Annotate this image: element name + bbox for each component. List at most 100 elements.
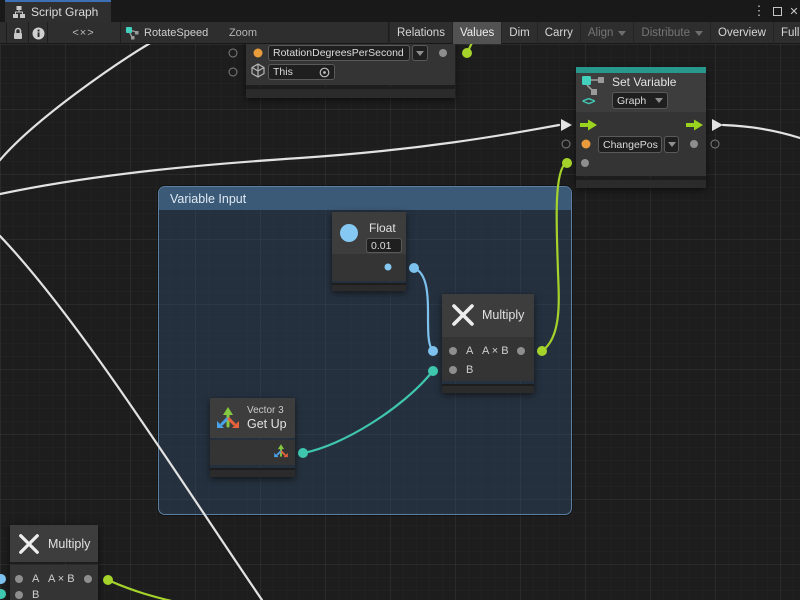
- close-icon[interactable]: ✕: [787, 0, 800, 22]
- multiply-icon: [451, 303, 475, 327]
- toolbar-button-dim[interactable]: Dim: [501, 22, 536, 44]
- node-variable-get[interactable]: RotationDegreesPerSecond This: [246, 44, 455, 98]
- flow-input-arrow-icon[interactable]: [580, 120, 597, 131]
- node-type-label: Vector 3: [247, 405, 284, 416]
- chevron-down-icon: [668, 142, 676, 147]
- port-output[interactable]: [84, 575, 92, 583]
- port-input-b[interactable]: [449, 366, 457, 374]
- wire-green-bottom-multiply-out[interactable]: [108, 580, 180, 600]
- input-b-label: B: [32, 589, 39, 600]
- port-output[interactable]: [690, 140, 698, 148]
- toolbar-button-overview[interactable]: Overview: [710, 22, 773, 44]
- port-input-b[interactable]: [15, 591, 23, 599]
- variable-name-dropdown[interactable]: RotationDegreesPerSecond: [268, 45, 410, 61]
- info-button[interactable]: [29, 22, 47, 44]
- toolbar-buttons: Relations Values Dim Carry Align Distrib…: [389, 22, 800, 44]
- lock-icon: [12, 27, 24, 40]
- toolbar-button-align[interactable]: Align: [580, 22, 634, 44]
- zoom-label: Zoom: [230, 22, 256, 44]
- wire-end-green: [562, 158, 572, 168]
- multiply-icon: [18, 533, 40, 555]
- maximize-icon[interactable]: [770, 0, 784, 22]
- script-graph-icon: [12, 5, 26, 19]
- toolbar-button-carry[interactable]: Carry: [537, 22, 580, 44]
- node-footer: [442, 384, 534, 393]
- breadcrumb-label: RotateSpeed: [144, 27, 208, 39]
- set-variable-name-dropdown-button[interactable]: [664, 136, 679, 153]
- graph-breadcrumb-icon: [126, 27, 139, 40]
- wire-arrowhead-out: [712, 119, 723, 131]
- node-multiply[interactable]: Multiply A A × B B: [442, 294, 534, 393]
- node-footer: [576, 178, 706, 188]
- node-footer: [210, 468, 295, 477]
- wire-white-top-left[interactable]: [0, 44, 152, 160]
- node-float-literal[interactable]: Float 0.01: [332, 212, 406, 291]
- breadcrumb[interactable]: RotateSpeed: [126, 22, 226, 44]
- flow-output-arrow-icon[interactable]: [686, 120, 703, 131]
- port-input-a[interactable]: [449, 347, 457, 355]
- node-title: Set Variable: [612, 75, 676, 89]
- port-hollow[interactable]: [562, 140, 571, 149]
- set-variable-icon: [582, 76, 606, 96]
- lock-button[interactable]: [7, 22, 28, 44]
- port-variable-value[interactable]: [254, 49, 263, 58]
- wire-teal-getup-to-multiply-b[interactable]: [303, 372, 432, 453]
- node-footer: [332, 283, 406, 291]
- wire-green-multiply-to-set-variable[interactable]: [542, 163, 566, 351]
- wire-end-teal: [428, 366, 438, 376]
- chevron-down-icon: [416, 51, 424, 56]
- wire-end-teal: [298, 448, 308, 458]
- toolbar-button-full-screen[interactable]: Full Screen: [773, 22, 800, 44]
- graph-canvas[interactable]: Variable Input RotationDegrees: [0, 44, 800, 600]
- object-picker-icon[interactable]: [319, 67, 330, 78]
- tab-bar: Script Graph ⋮ ✕: [0, 0, 800, 22]
- vector3-icon: [215, 405, 241, 431]
- port-output[interactable]: [439, 49, 447, 57]
- vector3-output-icon[interactable]: [273, 443, 289, 459]
- wire-end-green: [103, 575, 113, 585]
- wire-white-to-set-variable[interactable]: [0, 125, 559, 194]
- node-footer: [246, 87, 455, 98]
- wire-white-from-set-variable[interactable]: [723, 125, 800, 138]
- graph-toolbar: <×> RotateSpeed Zoom 0.9x Relations Valu…: [0, 22, 800, 44]
- info-icon: [32, 27, 45, 40]
- chevron-down-icon: [618, 31, 626, 36]
- toolbar-button-values[interactable]: Values: [452, 22, 501, 44]
- port-float-output[interactable]: [385, 264, 392, 271]
- float-icon: [340, 224, 358, 242]
- node-get-up[interactable]: Vector 3 Get Up: [210, 398, 295, 477]
- chevron-down-icon: [655, 98, 663, 103]
- cube-icon: [251, 63, 265, 78]
- target-object-field[interactable]: This: [268, 64, 335, 80]
- set-variable-name-field[interactable]: ChangePos: [598, 136, 662, 153]
- port-variable-value[interactable]: [582, 140, 591, 149]
- toolbar-button-relations[interactable]: Relations: [389, 22, 452, 44]
- toolbar-button-distribute[interactable]: Distribute: [633, 22, 710, 44]
- output-label: A × B: [482, 345, 509, 357]
- port-hollow[interactable]: [229, 68, 238, 77]
- float-value-field[interactable]: 0.01: [366, 238, 402, 253]
- more-menu-icon[interactable]: ⋮: [752, 0, 766, 22]
- wire-blue-float-to-multiply-a[interactable]: [414, 268, 432, 350]
- port-hollow[interactable]: [711, 140, 720, 149]
- input-a-label: A: [32, 573, 39, 585]
- wire-arrowhead-in: [561, 119, 572, 131]
- node-title: Multiply: [48, 537, 90, 551]
- port-hollow[interactable]: [229, 49, 238, 58]
- port-output[interactable]: [517, 347, 525, 355]
- variable-name-dropdown-button[interactable]: [412, 45, 428, 61]
- tab-script-graph[interactable]: Script Graph: [5, 0, 111, 22]
- port-input[interactable]: [581, 159, 589, 167]
- node-title: Multiply: [482, 308, 524, 322]
- node-title: Get Up: [247, 417, 287, 431]
- variable-angle-icon: <>: [582, 94, 594, 108]
- unity-visual-scripting-window: Script Graph ⋮ ✕ <×>: [0, 0, 800, 600]
- chevron-down-icon: [695, 31, 703, 36]
- input-b-label: B: [466, 364, 473, 376]
- port-input-a[interactable]: [15, 575, 23, 583]
- node-multiply-bottom[interactable]: Multiply A A × B B: [10, 525, 98, 600]
- variable-scope-dropdown[interactable]: Graph: [612, 92, 668, 109]
- node-title: Float: [369, 221, 396, 235]
- code-view-toggle-button[interactable]: <×>: [48, 22, 119, 44]
- wire-end-green: [462, 48, 472, 58]
